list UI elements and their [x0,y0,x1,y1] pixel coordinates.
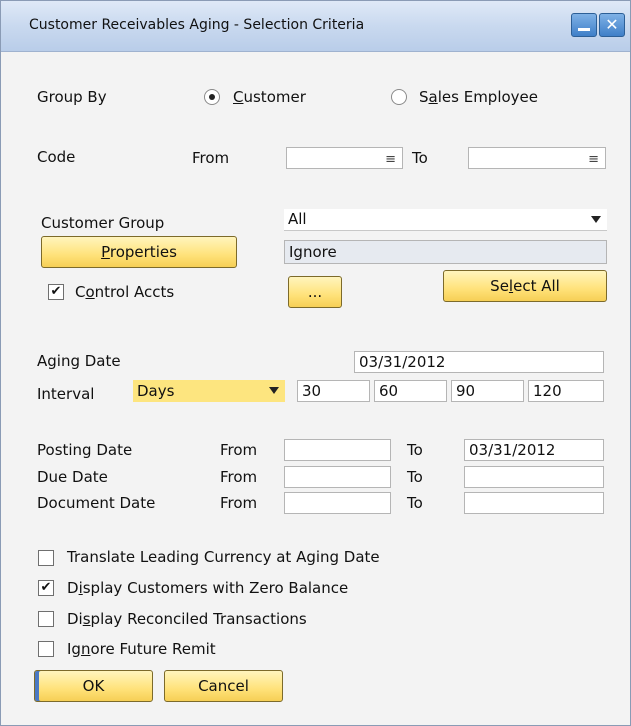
minimize-button[interactable] [571,13,597,37]
code-to-field[interactable]: ≡ [468,147,606,169]
reconciled-transactions-label[interactable]: Display Reconciled Transactions [67,610,307,628]
chevron-down-icon [591,216,601,223]
title-bar[interactable]: Customer Receivables Aging - Selection C… [1,1,630,52]
posting-date-from-field[interactable] [284,439,391,461]
radio-customer[interactable] [204,89,220,105]
dialog-window: Customer Receivables Aging - Selection C… [0,0,631,726]
document-date-to-label: To [407,494,423,512]
interval-label: Interval [37,385,95,403]
translate-currency-label[interactable]: Translate Leading Currency at Aging Date [67,548,380,566]
zero-balance-checkbox[interactable]: ✔ [38,580,54,596]
control-accts-checkbox[interactable]: ✔ [48,284,64,300]
group-by-label: Group By [37,88,107,106]
interval-field-1[interactable]: 30 [297,380,370,402]
interval-unit-dropdown[interactable]: Days [133,380,285,402]
list-icon[interactable]: ≡ [588,150,599,168]
code-from-label: From [192,149,230,167]
ok-button[interactable]: OK [34,670,153,702]
interval-field-4[interactable]: 120 [528,380,604,402]
posting-date-to-field[interactable]: 03/31/2012 [464,439,604,461]
aging-date-label: Aging Date [37,352,121,370]
document-date-from-label: From [220,494,258,512]
close-button[interactable]: ✕ [599,13,625,37]
document-date-label: Document Date [37,494,156,512]
code-from-field[interactable]: ≡ [286,147,403,169]
radio-customer-label[interactable]: Customer [233,88,306,106]
cancel-button[interactable]: Cancel [164,670,283,702]
interval-field-3[interactable]: 90 [451,380,524,402]
properties-value-field: Ignore [284,240,607,264]
document-date-from-field[interactable] [284,492,391,514]
reconciled-transactions-checkbox[interactable] [38,611,54,627]
ignore-future-remit-label[interactable]: Ignore Future Remit [67,640,216,658]
radio-selected-dot [209,94,215,100]
close-icon: ✕ [605,15,619,34]
list-icon[interactable]: ≡ [385,150,396,168]
due-date-from-field[interactable] [284,466,391,488]
interval-field-2[interactable]: 60 [374,380,447,402]
posting-date-label: Posting Date [37,441,133,459]
zero-balance-label[interactable]: Display Customers with Zero Balance [67,579,348,597]
window-title: Customer Receivables Aging - Selection C… [29,17,365,33]
ellipsis-button[interactable]: ... [288,276,342,308]
radio-sales-employee-label[interactable]: Sales Employee [419,88,538,106]
customer-group-dropdown[interactable]: All [284,209,607,231]
aging-date-field[interactable]: 03/31/2012 [354,351,604,373]
due-date-label: Due Date [37,468,108,486]
code-label: Code [37,148,76,166]
chevron-down-icon [269,387,279,394]
control-accts-label[interactable]: Control Accts [75,283,174,301]
due-date-to-label: To [407,468,423,486]
radio-sales-employee[interactable] [391,89,407,105]
due-date-to-field[interactable] [464,466,604,488]
due-date-from-label: From [220,468,258,486]
document-date-to-field[interactable] [464,492,604,514]
select-all-button[interactable]: Select All [443,270,607,302]
posting-date-to-label: To [407,441,423,459]
translate-currency-checkbox[interactable] [38,550,54,566]
customer-group-label: Customer Group [41,214,165,232]
ignore-future-remit-checkbox[interactable] [38,641,54,657]
code-to-label: To [412,149,428,167]
posting-date-from-label: From [220,441,258,459]
properties-button[interactable]: Properties [41,236,237,268]
minimize-icon [578,28,590,31]
